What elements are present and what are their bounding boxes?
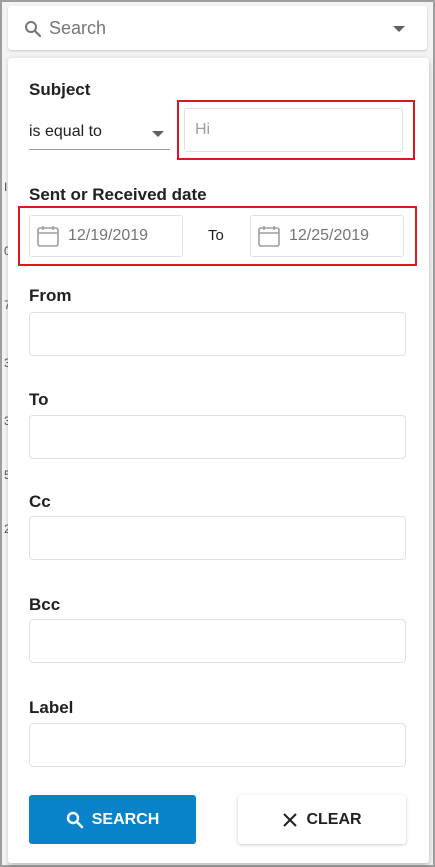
date-label: Sent or Received date [29, 185, 207, 204]
subject-operator-value: is equal to [29, 123, 102, 140]
calendar-icon [258, 226, 280, 247]
subject-operator-select[interactable]: is equal to [29, 118, 170, 150]
search-placeholder: Search [49, 18, 107, 38]
label-input[interactable] [29, 723, 406, 767]
subject-input[interactable] [184, 108, 403, 152]
chevron-down-icon [152, 131, 164, 137]
search-bar[interactable]: Search [8, 6, 427, 50]
to-input[interactable] [29, 415, 406, 459]
from-input[interactable] [29, 312, 406, 356]
cc-label: Cc [29, 492, 51, 511]
cc-input[interactable] [29, 516, 406, 560]
date-from-value: 12/19/2019 [68, 227, 149, 244]
search-button-label: SEARCH [91, 810, 160, 828]
search-button[interactable]: SEARCH [29, 795, 196, 844]
date-to-field[interactable]: 12/25/2019 [250, 215, 404, 257]
to-label: To [29, 390, 49, 409]
label-label: Label [29, 698, 74, 717]
date-to-separator: To [208, 227, 224, 244]
background-text: I [4, 180, 8, 194]
chevron-down-icon[interactable] [393, 26, 405, 32]
search-icon [25, 21, 42, 38]
bcc-input[interactable] [29, 619, 406, 663]
bcc-label: Bcc [29, 595, 61, 614]
calendar-icon [37, 226, 59, 247]
close-icon [283, 812, 298, 827]
subject-label: Subject [29, 80, 91, 99]
search-icon [66, 811, 84, 828]
date-from-field[interactable]: 12/19/2019 [29, 215, 183, 257]
clear-button-label: CLEAR [306, 810, 362, 828]
date-to-value: 12/25/2019 [289, 227, 370, 244]
clear-button[interactable]: CLEAR [238, 795, 406, 844]
advanced-search-panel: Subject is equal to Sent or Received dat… [8, 58, 429, 863]
from-label: From [29, 286, 72, 305]
